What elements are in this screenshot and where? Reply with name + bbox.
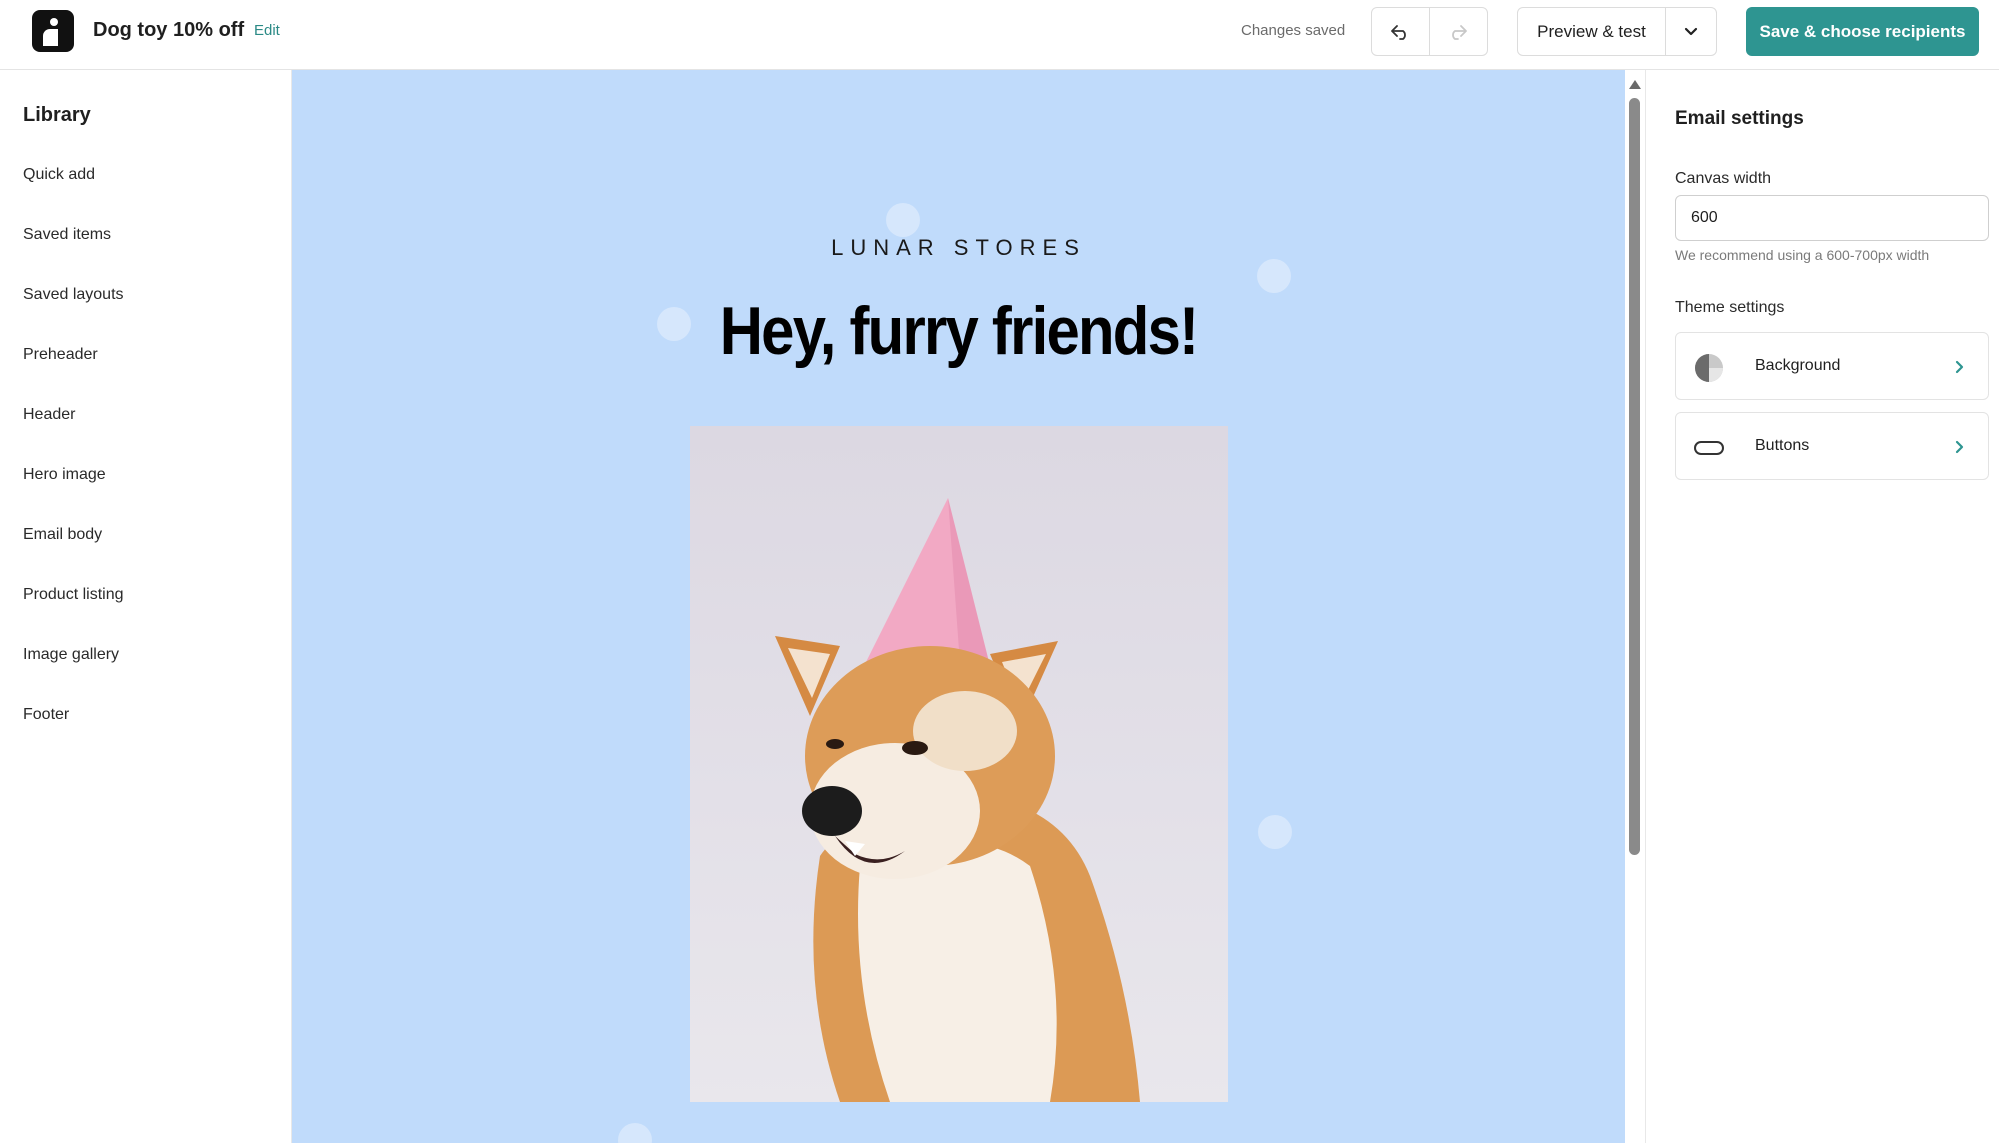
decorative-bubble — [886, 203, 920, 237]
undo-button[interactable] — [1372, 8, 1430, 55]
save-choose-recipients-button[interactable]: Save & choose recipients — [1746, 7, 1979, 56]
preview-test-button[interactable]: Preview & test — [1518, 8, 1666, 55]
preview-dropdown-button[interactable] — [1666, 8, 1716, 55]
redo-icon — [1452, 24, 1468, 40]
save-status: Changes saved — [1241, 22, 1346, 39]
library-sidebar: Library Quick add Saved items Saved layo… — [0, 70, 292, 1143]
canvas-width-label: Canvas width — [1675, 170, 1772, 187]
sidebar-item-saved-layouts[interactable]: Saved layouts — [23, 286, 124, 304]
undo-icon — [1391, 24, 1407, 40]
sidebar-item-hero-image[interactable]: Hero image — [23, 466, 106, 484]
library-title: Library — [23, 104, 91, 126]
redo-button[interactable] — [1430, 8, 1488, 55]
canvas-width-input[interactable] — [1675, 195, 1989, 241]
theme-buttons-card[interactable]: Buttons — [1675, 412, 1989, 480]
email-settings-panel: Email settings Canvas width We recommend… — [1645, 70, 1999, 1143]
brand-name[interactable]: LUNAR STORES — [292, 235, 1625, 261]
chevron-down-icon — [1684, 27, 1698, 35]
document-title: Dog toy 10% off — [93, 19, 245, 41]
top-bar: Dog toy 10% off Edit Changes saved Previ… — [0, 0, 1999, 70]
sidebar-item-image-gallery[interactable]: Image gallery — [23, 646, 119, 664]
undo-redo-group — [1371, 7, 1488, 56]
shiba-dog-illustration — [775, 498, 1140, 1102]
hero-image[interactable] — [690, 426, 1228, 1102]
theme-background-label: Background — [1755, 357, 1841, 374]
chevron-right-icon — [1955, 440, 1964, 454]
preview-test-group: Preview & test — [1517, 7, 1717, 56]
background-half-circle-icon — [1695, 354, 1723, 382]
decorative-bubble — [1257, 259, 1291, 293]
sidebar-item-saved-items[interactable]: Saved items — [23, 226, 111, 244]
email-headline[interactable]: Hey, furry friends! — [372, 292, 1545, 370]
scroll-up-arrow-icon[interactable] — [1629, 80, 1641, 89]
button-pill-icon — [1694, 441, 1724, 455]
edit-title-link[interactable]: Edit — [254, 22, 280, 39]
sidebar-item-footer[interactable]: Footer — [23, 706, 69, 724]
email-canvas[interactable]: LUNAR STORES Hey, furry friends! — [292, 70, 1625, 1143]
brand-logo-icon[interactable] — [32, 10, 74, 52]
theme-background-card[interactable]: Background — [1675, 332, 1989, 400]
scrollbar-thumb[interactable] — [1629, 98, 1640, 855]
decorative-bubble — [618, 1123, 652, 1143]
sidebar-item-preheader[interactable]: Preheader — [23, 346, 98, 364]
theme-settings-label: Theme settings — [1675, 299, 1785, 316]
theme-buttons-label: Buttons — [1755, 437, 1810, 454]
settings-title: Email settings — [1675, 108, 1804, 129]
sidebar-item-email-body[interactable]: Email body — [23, 526, 102, 544]
sidebar-item-header[interactable]: Header — [23, 406, 75, 424]
sidebar-item-product-listing[interactable]: Product listing — [23, 586, 124, 604]
canvas-width-hint: We recommend using a 600-700px width — [1675, 247, 1930, 263]
decorative-bubble — [1258, 815, 1292, 849]
chevron-right-icon — [1955, 360, 1964, 374]
sidebar-item-quick-add[interactable]: Quick add — [23, 166, 95, 184]
